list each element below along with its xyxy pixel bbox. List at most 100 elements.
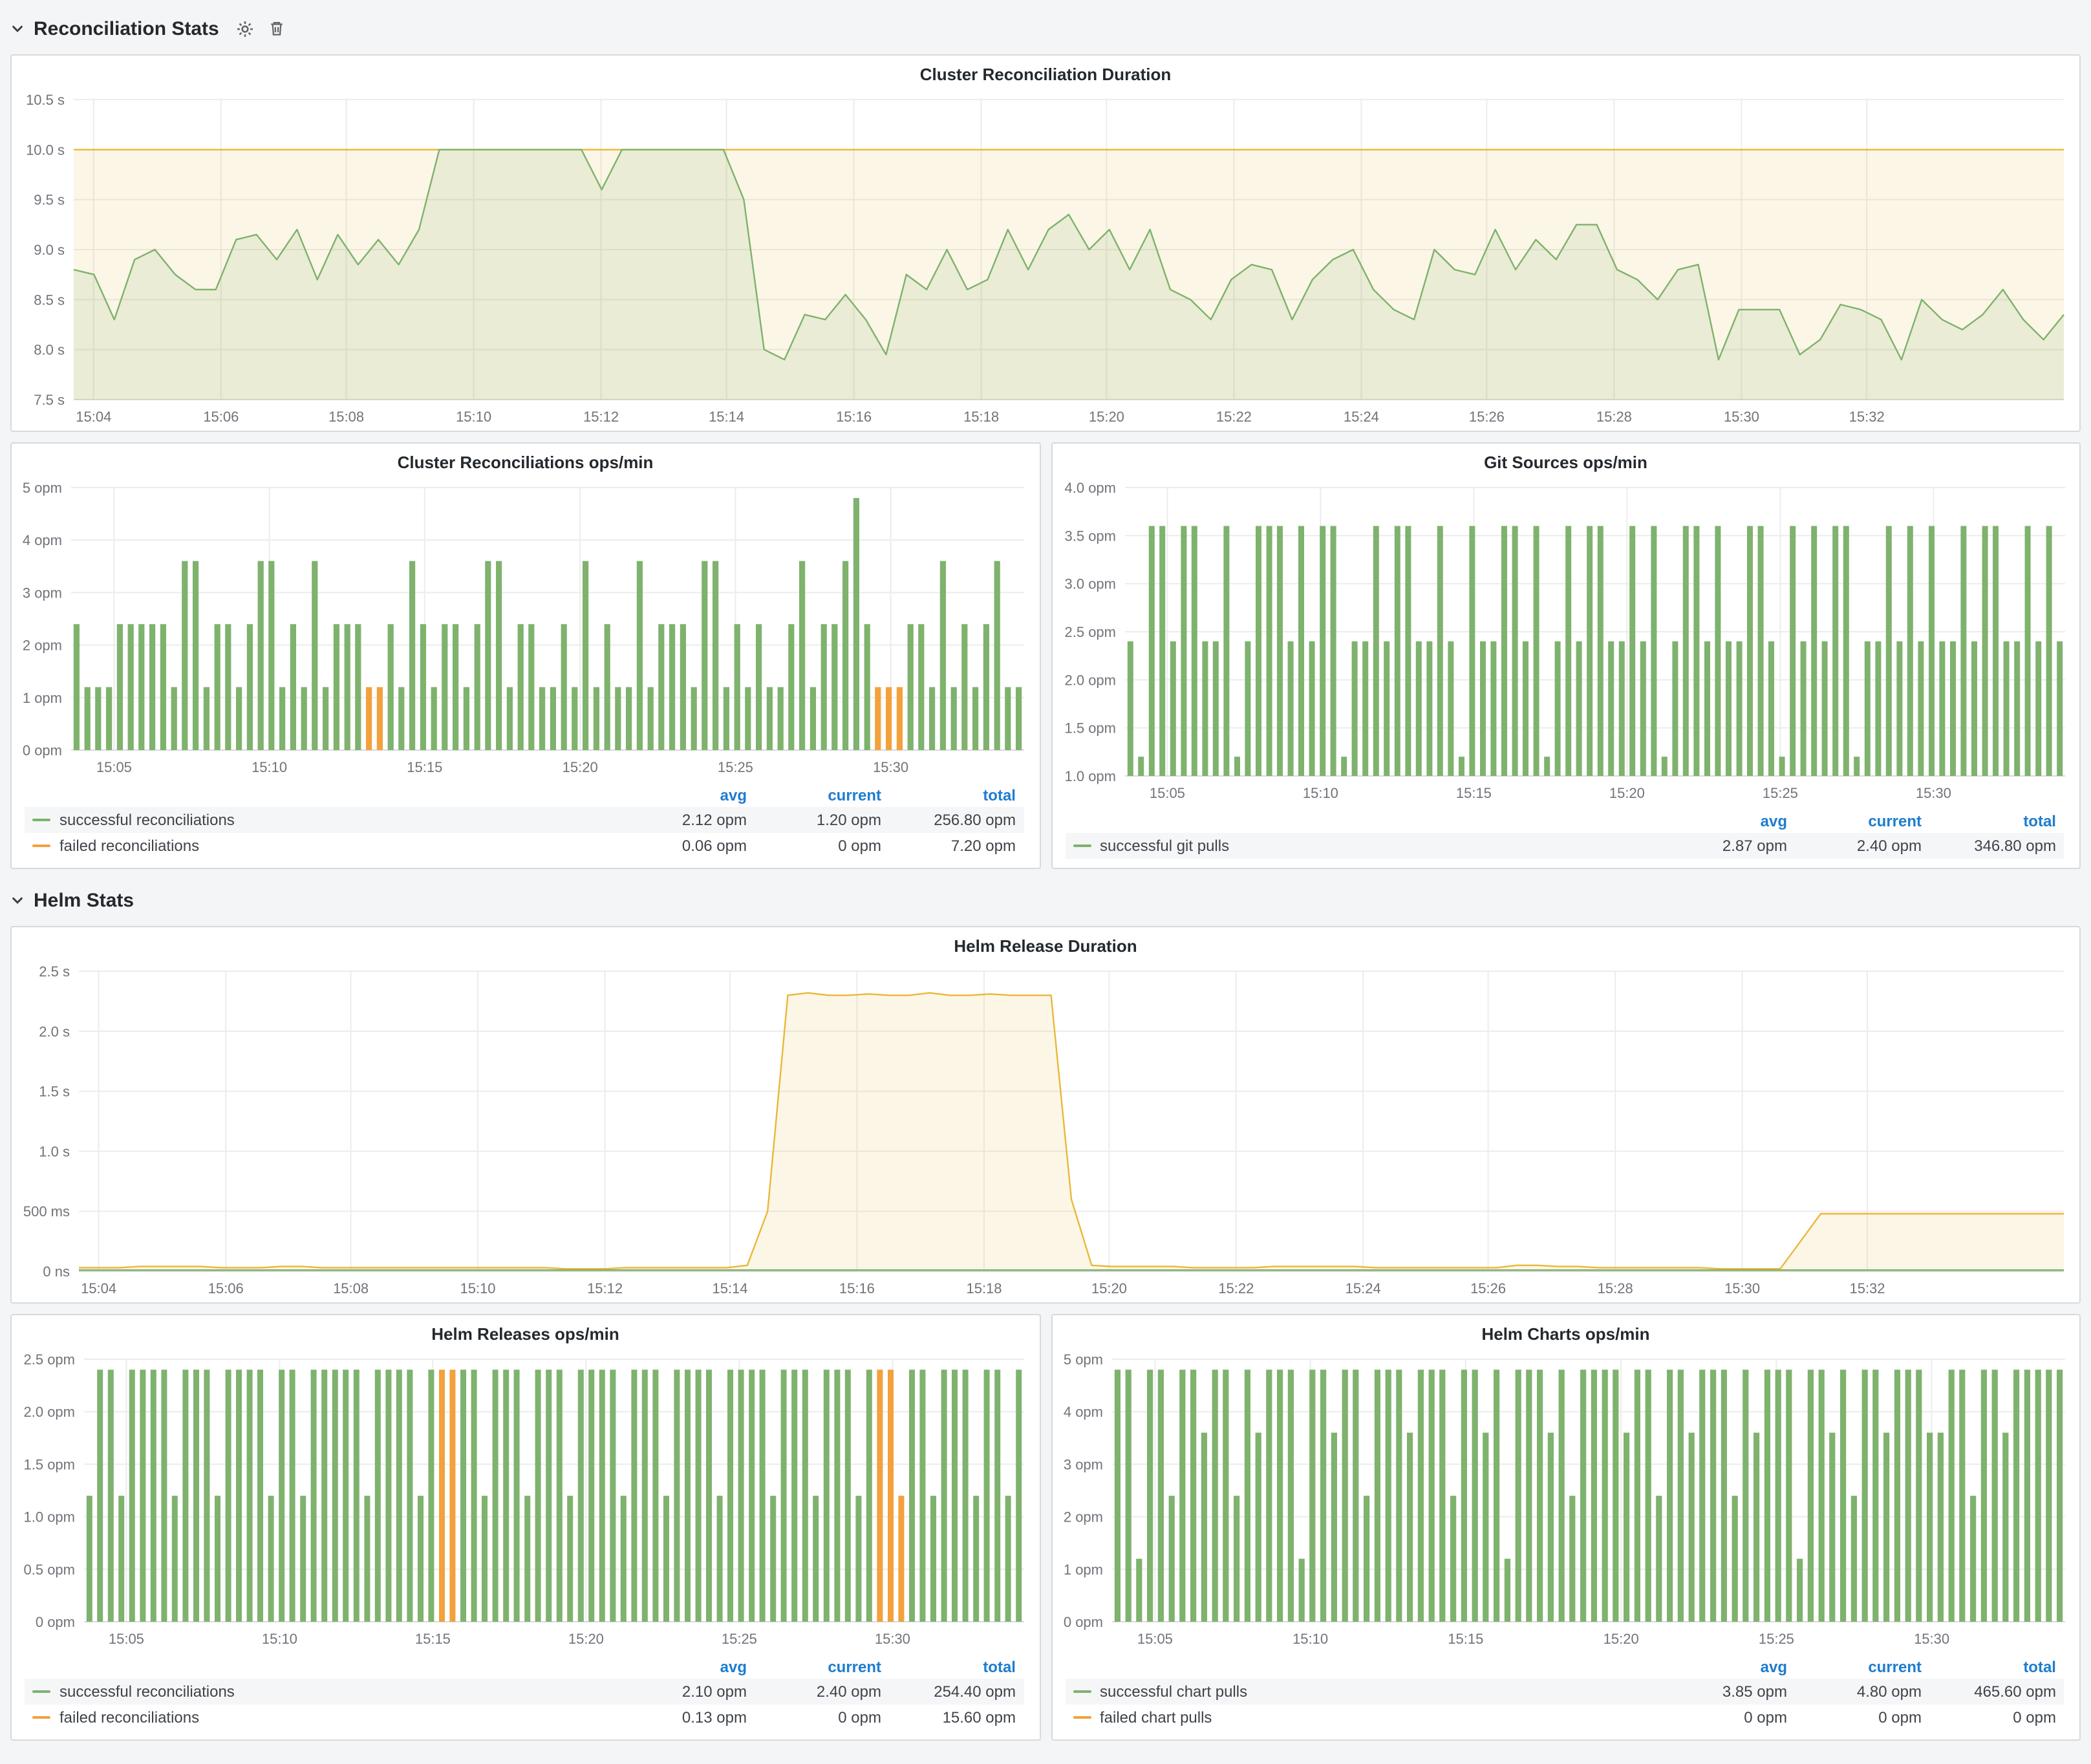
legend-header-avg[interactable]: avg bbox=[1660, 810, 1795, 833]
legend-total-value: 7.20 opm bbox=[889, 833, 1024, 859]
legend-header-current[interactable]: current bbox=[1795, 810, 1929, 833]
svg-text:15:15: 15:15 bbox=[415, 1631, 451, 1647]
svg-text:500 ms: 500 ms bbox=[23, 1203, 70, 1220]
svg-text:15:08: 15:08 bbox=[333, 1280, 369, 1296]
svg-text:15:20: 15:20 bbox=[568, 1631, 604, 1647]
svg-text:15:20: 15:20 bbox=[1089, 409, 1124, 425]
legend-label[interactable]: failed reconciliations bbox=[59, 1708, 199, 1726]
panel-row-reconciliations: Cluster Reconciliations ops/min 15:0515:… bbox=[10, 442, 2081, 869]
svg-text:0 ns: 0 ns bbox=[43, 1264, 70, 1280]
legend-label[interactable]: successful reconciliations bbox=[59, 1683, 235, 1701]
row-title[interactable]: Helm Stats bbox=[34, 889, 134, 911]
legend-header-total[interactable]: total bbox=[889, 1655, 1024, 1679]
series-swatch bbox=[32, 1716, 50, 1719]
svg-text:15:25: 15:25 bbox=[1762, 785, 1797, 801]
svg-text:15:20: 15:20 bbox=[563, 759, 598, 775]
panel-title[interactable]: Cluster Reconciliations ops/min bbox=[12, 444, 1039, 475]
svg-text:2.5 opm: 2.5 opm bbox=[24, 1351, 76, 1368]
legend-header-total[interactable]: total bbox=[1929, 810, 2064, 833]
legend-current-value: 1.20 opm bbox=[755, 807, 889, 833]
cluster-reconciliations-chart[interactable]: 15:0515:1015:1515:2015:2515:300 opm1 opm… bbox=[12, 475, 1039, 781]
panel-title[interactable]: Cluster Reconciliation Duration bbox=[12, 56, 2079, 87]
svg-text:15:30: 15:30 bbox=[1724, 409, 1759, 425]
legend-label[interactable]: failed reconciliations bbox=[59, 837, 199, 855]
legend-total-value: 346.80 opm bbox=[1929, 833, 2064, 859]
svg-text:15:24: 15:24 bbox=[1346, 1280, 1381, 1296]
legend-avg-value: 0.06 opm bbox=[620, 833, 755, 859]
svg-text:3 opm: 3 opm bbox=[1063, 1456, 1102, 1472]
panel-cluster-reconciliations-opm: Cluster Reconciliations ops/min 15:0515:… bbox=[10, 442, 1040, 869]
svg-text:1.5 opm: 1.5 opm bbox=[1064, 720, 1116, 737]
helm-releases-chart[interactable]: 15:0515:1015:1515:2015:2515:300 opm0.5 o… bbox=[12, 1346, 1039, 1653]
legend-header-row: avg current total bbox=[25, 1655, 1024, 1679]
legend-current-value: 0 opm bbox=[755, 833, 889, 859]
panel-title[interactable]: Helm Release Duration bbox=[12, 927, 2079, 958]
legend-header-current[interactable]: current bbox=[1795, 1655, 1929, 1679]
svg-text:8.0 s: 8.0 s bbox=[34, 342, 65, 358]
svg-text:7.5 s: 7.5 s bbox=[34, 392, 65, 408]
panel-git-sources-opm: Git Sources ops/min 15:0515:1015:1515:20… bbox=[1051, 442, 2081, 869]
panel-title[interactable]: Helm Releases ops/min bbox=[12, 1315, 1039, 1346]
svg-text:0 opm: 0 opm bbox=[1063, 1614, 1102, 1630]
legend-avg-value: 2.87 opm bbox=[1660, 833, 1795, 859]
legend: avg current total successful reconciliat… bbox=[12, 1653, 1039, 1739]
svg-text:2.5 opm: 2.5 opm bbox=[1064, 624, 1116, 640]
cluster-reconciliation-duration-chart[interactable]: 15:0415:0615:0815:1015:1215:1415:1615:18… bbox=[12, 87, 2079, 431]
legend-label[interactable]: successful git pulls bbox=[1100, 837, 1229, 855]
legend-total-value: 254.40 opm bbox=[889, 1679, 1024, 1705]
legend-row-failed: failed reconciliations 0.06 opm 0 opm 7.… bbox=[25, 833, 1024, 859]
helm-charts-chart[interactable]: 15:0515:1015:1515:2015:2515:300 opm1 opm… bbox=[1052, 1346, 2079, 1653]
svg-text:15:06: 15:06 bbox=[208, 1280, 244, 1296]
dashboard: Reconciliation Stats Cluster Reconciliat… bbox=[0, 0, 2091, 1764]
legend-label[interactable]: failed chart pulls bbox=[1100, 1708, 1212, 1726]
legend-row-successful: successful reconciliations 2.12 opm 1.20… bbox=[25, 807, 1024, 833]
legend-header-total[interactable]: total bbox=[1929, 1655, 2064, 1679]
svg-text:1.0 opm: 1.0 opm bbox=[24, 1509, 76, 1525]
legend-row-successful: successful git pulls 2.87 opm 2.40 opm 3… bbox=[1065, 833, 2064, 859]
svg-text:15:16: 15:16 bbox=[836, 409, 872, 425]
svg-text:15:05: 15:05 bbox=[1137, 1631, 1172, 1647]
svg-text:1.0 s: 1.0 s bbox=[39, 1143, 70, 1159]
panel-helm-release-duration: Helm Release Duration 15:0415:0615:0815:… bbox=[10, 926, 2081, 1304]
legend: avg current total successful reconciliat… bbox=[12, 781, 1039, 868]
svg-text:15:24: 15:24 bbox=[1344, 409, 1379, 425]
svg-text:5 opm: 5 opm bbox=[23, 480, 62, 496]
legend-header-row: avg current total bbox=[25, 784, 1024, 807]
legend-header-row: avg current total bbox=[1065, 1655, 2064, 1679]
trash-icon[interactable] bbox=[268, 19, 286, 38]
legend-header-avg[interactable]: avg bbox=[620, 1655, 755, 1679]
legend-label[interactable]: successful reconciliations bbox=[59, 811, 235, 829]
svg-text:15:26: 15:26 bbox=[1469, 409, 1505, 425]
legend-header-current[interactable]: current bbox=[755, 1655, 889, 1679]
legend: avg current total successful chart pulls… bbox=[1052, 1653, 2079, 1739]
svg-text:15:20: 15:20 bbox=[1603, 1631, 1638, 1647]
legend-avg-value: 2.10 opm bbox=[620, 1679, 755, 1705]
panel-title[interactable]: Helm Charts ops/min bbox=[1052, 1315, 2079, 1346]
chevron-down-icon[interactable] bbox=[10, 893, 25, 907]
chevron-down-icon[interactable] bbox=[10, 21, 25, 36]
row-actions bbox=[236, 19, 286, 38]
row-title[interactable]: Reconciliation Stats bbox=[34, 17, 219, 39]
svg-text:3.0 opm: 3.0 opm bbox=[1064, 576, 1116, 592]
row-header-reconciliation-stats: Reconciliation Stats bbox=[10, 10, 2081, 47]
helm-release-duration-chart[interactable]: 15:0415:0615:0815:1015:1215:1415:1615:18… bbox=[12, 958, 2079, 1302]
legend-header-current[interactable]: current bbox=[755, 784, 889, 807]
git-sources-chart[interactable]: 15:0515:1015:1515:2015:2515:301.0 opm1.5… bbox=[1052, 475, 2079, 807]
legend-total-value: 465.60 opm bbox=[1929, 1679, 2064, 1705]
panel-title[interactable]: Git Sources ops/min bbox=[1052, 444, 2079, 475]
svg-text:2.5 s: 2.5 s bbox=[39, 963, 70, 980]
legend-row-successful: successful reconciliations 2.10 opm 2.40… bbox=[25, 1679, 1024, 1705]
gear-icon[interactable] bbox=[236, 19, 255, 38]
legend-header-total[interactable]: total bbox=[889, 784, 1024, 807]
series-swatch bbox=[32, 844, 50, 847]
svg-text:1 opm: 1 opm bbox=[23, 690, 62, 706]
legend-total-value: 0 opm bbox=[1929, 1705, 2064, 1730]
legend-label[interactable]: successful chart pulls bbox=[1100, 1683, 1247, 1701]
svg-text:8.5 s: 8.5 s bbox=[34, 292, 65, 308]
svg-text:15:30: 15:30 bbox=[1915, 785, 1951, 801]
legend-header-avg[interactable]: avg bbox=[620, 784, 755, 807]
legend-current-value: 4.80 opm bbox=[1795, 1679, 1929, 1705]
legend-header-avg[interactable]: avg bbox=[1660, 1655, 1795, 1679]
svg-text:15:12: 15:12 bbox=[587, 1280, 623, 1296]
svg-text:15:10: 15:10 bbox=[456, 409, 491, 425]
